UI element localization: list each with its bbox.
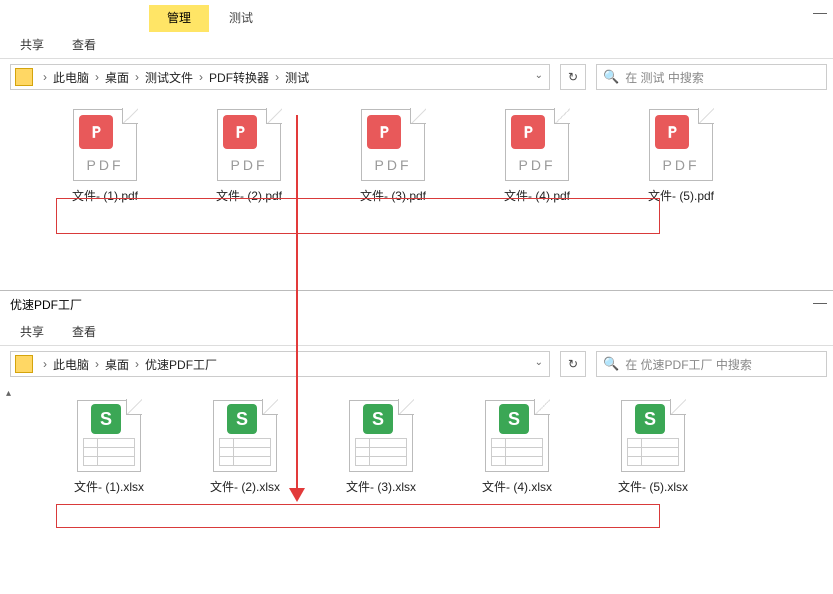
titlebar: 管理 测试 — (0, 0, 833, 32)
search-icon: 🔍 (603, 356, 619, 372)
file-item[interactable]: PDF 文件- (3).pdf (348, 109, 438, 204)
breadcrumb[interactable]: › 此电脑 › 桌面 › 测试文件 › PDF转换器 › 测试 ⌄ (10, 64, 550, 90)
selection-highlight (56, 198, 660, 234)
breadcrumb-item[interactable]: 优速PDF工厂 (145, 356, 217, 373)
file-item[interactable]: PDF 文件- (4).pdf (492, 109, 582, 204)
file-label: 文件- (1).xlsx (74, 478, 144, 495)
xlsx-file-icon: S (485, 400, 549, 472)
file-grid: PDF 文件- (1).pdf PDF 文件- (2).pdf PDF 文件- … (0, 95, 833, 212)
breadcrumb-item[interactable]: 此电脑 (53, 69, 89, 86)
pdf-file-icon: PDF (649, 109, 713, 181)
search-input[interactable]: 🔍 在 测试 中搜索 (596, 64, 827, 90)
file-item[interactable]: S 文件- (5).xlsx (608, 400, 698, 495)
search-icon: 🔍 (603, 69, 619, 85)
chevron-right-icon: › (199, 70, 203, 84)
file-grid: S 文件- (1).xlsx S 文件- (2).xlsx S 文件- (3).… (0, 382, 833, 503)
file-item[interactable]: S 文件- (3).xlsx (336, 400, 426, 495)
file-item[interactable]: S 文件- (1).xlsx (64, 400, 154, 495)
explorer-window-source: 管理 测试 — 图片工具 共享 查看 › 此电脑 › 桌面 › 测试文件 › P… (0, 0, 833, 290)
annotation-arrow-head (289, 488, 305, 502)
file-label: 文件- (3).xlsx (346, 478, 416, 495)
chevron-right-icon: › (95, 357, 99, 371)
chevron-right-icon: › (135, 357, 139, 371)
refresh-button[interactable]: ↻ (560, 64, 586, 90)
chevron-right-icon: › (275, 70, 279, 84)
chevron-right-icon: › (135, 70, 139, 84)
tab-manage[interactable]: 管理 (149, 5, 209, 32)
ribbon: 共享 查看 (0, 318, 833, 346)
file-item[interactable]: PDF 文件- (1).pdf (60, 109, 150, 204)
search-placeholder: 在 测试 中搜索 (625, 69, 704, 86)
breadcrumb[interactable]: › 此电脑 › 桌面 › 优速PDF工厂 ⌄ (10, 351, 550, 377)
pdf-file-icon: PDF (217, 109, 281, 181)
breadcrumb-item[interactable]: 测试 (285, 69, 309, 86)
minimize-icon[interactable]: — (813, 4, 827, 20)
chevron-down-icon[interactable]: ⌄ (535, 70, 543, 81)
file-label: 文件- (4).xlsx (482, 478, 552, 495)
explorer-window-target: 优速PDF工厂 — 共享 查看 › 此电脑 › 桌面 › 优速PDF工厂 ⌄ ↻… (0, 290, 833, 590)
file-item[interactable]: PDF 文件- (2).pdf (204, 109, 294, 204)
ribbon-share[interactable]: 共享 (20, 36, 44, 53)
file-label: 文件- (2).xlsx (210, 478, 280, 495)
address-row: › 此电脑 › 桌面 › 优速PDF工厂 ⌄ ↻ 🔍 在 优速PDF工厂 中搜索 (0, 346, 833, 382)
search-placeholder: 在 优速PDF工厂 中搜索 (625, 356, 752, 373)
selection-highlight (56, 504, 660, 528)
chevron-right-icon: › (43, 70, 47, 84)
chevron-right-icon: › (95, 70, 99, 84)
window-title: 优速PDF工厂 (10, 296, 82, 313)
ribbon-view[interactable]: 查看 (72, 36, 96, 53)
breadcrumb-item[interactable]: PDF转换器 (209, 69, 269, 86)
folder-icon (15, 68, 33, 86)
folder-icon (15, 355, 33, 373)
refresh-button[interactable]: ↻ (560, 351, 586, 377)
breadcrumb-item[interactable]: 此电脑 (53, 356, 89, 373)
xlsx-file-icon: S (621, 400, 685, 472)
breadcrumb-item[interactable]: 桌面 (105, 356, 129, 373)
xlsx-file-icon: S (213, 400, 277, 472)
address-row: › 此电脑 › 桌面 › 测试文件 › PDF转换器 › 测试 ⌄ ↻ 🔍 在 … (0, 59, 833, 95)
pdf-file-icon: PDF (505, 109, 569, 181)
xlsx-file-icon: S (349, 400, 413, 472)
breadcrumb-item[interactable]: 桌面 (105, 69, 129, 86)
search-input[interactable]: 🔍 在 优速PDF工厂 中搜索 (596, 351, 827, 377)
file-item[interactable]: S 文件- (4).xlsx (472, 400, 562, 495)
chevron-right-icon: › (43, 357, 47, 371)
ribbon-share[interactable]: 共享 (20, 323, 44, 340)
file-item[interactable]: S 文件- (2).xlsx (200, 400, 290, 495)
file-label: 文件- (5).xlsx (618, 478, 688, 495)
scroll-up-icon[interactable]: ▴ (6, 388, 11, 399)
content-pane: ▴ S 文件- (1).xlsx S 文件- (2).xlsx S 文件- (3… (0, 382, 833, 592)
ribbon-view[interactable]: 查看 (72, 323, 96, 340)
minimize-icon[interactable]: — (813, 294, 827, 310)
pdf-file-icon: PDF (361, 109, 425, 181)
tab-test[interactable]: 测试 (215, 5, 267, 32)
annotation-arrow (296, 115, 298, 495)
breadcrumb-item[interactable]: 测试文件 (145, 69, 193, 86)
xlsx-file-icon: S (77, 400, 141, 472)
pdf-file-icon: PDF (73, 109, 137, 181)
file-item[interactable]: PDF 文件- (5).pdf (636, 109, 726, 204)
titlebar: 优速PDF工厂 — (0, 290, 833, 318)
chevron-down-icon[interactable]: ⌄ (535, 357, 543, 368)
ribbon: 共享 查看 (0, 31, 833, 59)
